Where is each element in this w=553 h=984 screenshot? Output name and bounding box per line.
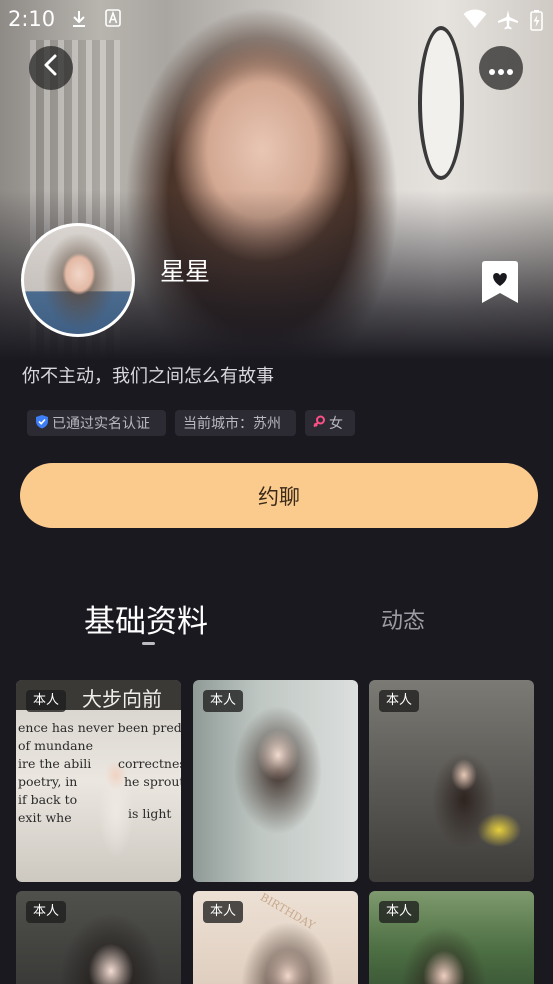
gender-tag: 女 — [305, 410, 355, 436]
wall-text-line: if back to — [18, 792, 78, 807]
wall-text-line: he sprouts — [124, 774, 181, 789]
download-icon — [70, 9, 88, 34]
bookmark-heart-icon — [480, 261, 520, 308]
gender-tag-label: 女 — [329, 416, 343, 432]
wall-text-line: is light — [128, 806, 172, 821]
photo-6[interactable]: 本人 — [369, 891, 534, 984]
a-icon — [105, 9, 121, 32]
photo-badge: 本人 — [379, 901, 420, 923]
photo-badge: 本人 — [26, 901, 67, 923]
verified-tag: 已通过实名认证 — [27, 410, 166, 436]
photo-2[interactable]: 本人 — [193, 680, 358, 882]
photo-badge: 本人 — [379, 690, 420, 712]
chevron-left-icon — [43, 54, 59, 82]
wifi-icon — [463, 9, 487, 34]
photo-badge: 本人 — [203, 690, 244, 712]
chat-button[interactable]: 约聊 — [20, 463, 538, 528]
back-button[interactable] — [29, 46, 73, 90]
battery-charging-icon — [530, 9, 543, 36]
wall-text-line: exit whe — [18, 810, 72, 825]
wall-text-line: ire the abili — [18, 756, 92, 771]
city-tag: 当前城市：苏州 — [175, 410, 296, 436]
photo-1[interactable]: 大步向前 ence has never been predet of munda… — [16, 680, 181, 882]
favorite-button[interactable] — [480, 260, 520, 304]
more-dots-icon — [488, 54, 514, 82]
cover-wall-clock — [418, 26, 464, 180]
wall-text-line: ence has never been predet — [18, 720, 181, 735]
sign-text: 大步向前 — [82, 687, 162, 711]
tab-moments[interactable]: 动态 — [381, 603, 425, 635]
banner-text: BIRTHDAY — [257, 891, 318, 933]
female-icon — [313, 415, 326, 432]
bio-text: 你不主动，我们之间怎么有故事 — [22, 366, 274, 387]
verified-tag-label: 已通过实名认证 — [52, 416, 150, 432]
tab-indicator — [142, 642, 155, 645]
wall-text-line: correctnes — [118, 756, 181, 771]
status-bar: 2:10 — [0, 0, 553, 38]
tab-basic-info[interactable]: 基础资料 — [84, 596, 208, 641]
photo-badge: 本人 — [203, 901, 244, 923]
photo-badge: 本人 — [26, 690, 67, 712]
wall-text-line: of mundane — [18, 738, 93, 753]
status-time: 2:10 — [8, 7, 56, 31]
avatar[interactable] — [21, 223, 135, 337]
more-options-button[interactable] — [479, 46, 523, 90]
nickname: 星星 — [160, 257, 211, 286]
city-tag-label: 当前城市：苏州 — [183, 416, 281, 432]
photo-3[interactable]: 本人 — [369, 680, 534, 882]
airplane-icon — [497, 9, 519, 36]
verified-shield-icon — [35, 414, 49, 433]
photo-5[interactable]: BIRTHDAY 本人 — [193, 891, 358, 984]
wall-text-line: poetry, in — [18, 774, 78, 789]
photo-4[interactable]: 本人 — [16, 891, 181, 984]
